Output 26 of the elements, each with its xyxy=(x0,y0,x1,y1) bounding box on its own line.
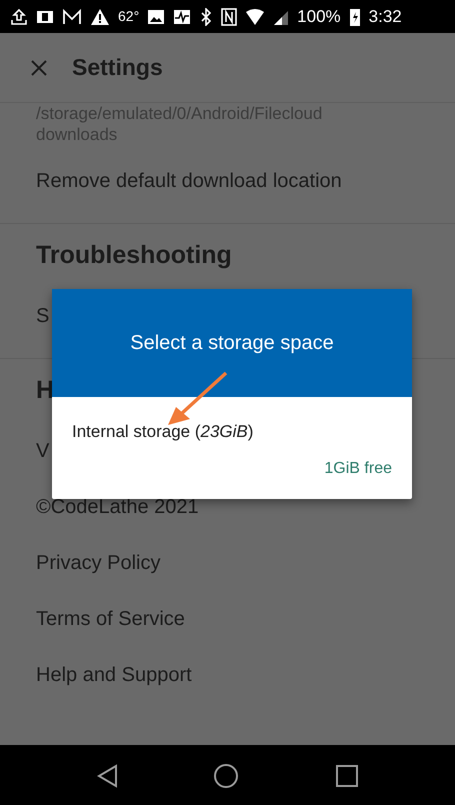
settings-item[interactable]: Privacy Policy xyxy=(0,535,455,591)
pulse-icon xyxy=(173,8,192,26)
wifi-icon xyxy=(245,8,266,26)
upload-icon xyxy=(10,8,28,26)
settings-item[interactable]: Remove default download location xyxy=(0,153,455,209)
temperature-text: 62° xyxy=(118,7,140,26)
image-icon xyxy=(147,8,166,26)
battery-icon xyxy=(348,6,361,26)
settings-item[interactable]: Help and Support xyxy=(0,647,455,703)
back-icon[interactable] xyxy=(96,764,118,788)
settings-item[interactable]: Terms of Service xyxy=(0,591,455,647)
warning-icon xyxy=(90,8,110,26)
free-space-text: 1GiB free xyxy=(323,458,392,478)
close-icon xyxy=(30,58,48,76)
screen-title: Settings xyxy=(72,53,163,82)
nfc-icon xyxy=(221,8,238,26)
section-heading: Troubleshooting xyxy=(0,223,455,288)
mail-icon xyxy=(62,8,82,26)
clock-time: 3:32 xyxy=(368,6,402,28)
dialog-title: Select a storage space xyxy=(130,331,334,356)
recents-icon[interactable] xyxy=(335,764,360,788)
bluetooth-icon xyxy=(199,8,214,26)
home-icon[interactable] xyxy=(213,763,240,789)
battery-percent: 100% xyxy=(297,6,341,28)
storage-name: Internal storage (23GiB) xyxy=(72,421,254,443)
close-button[interactable] xyxy=(30,58,48,76)
